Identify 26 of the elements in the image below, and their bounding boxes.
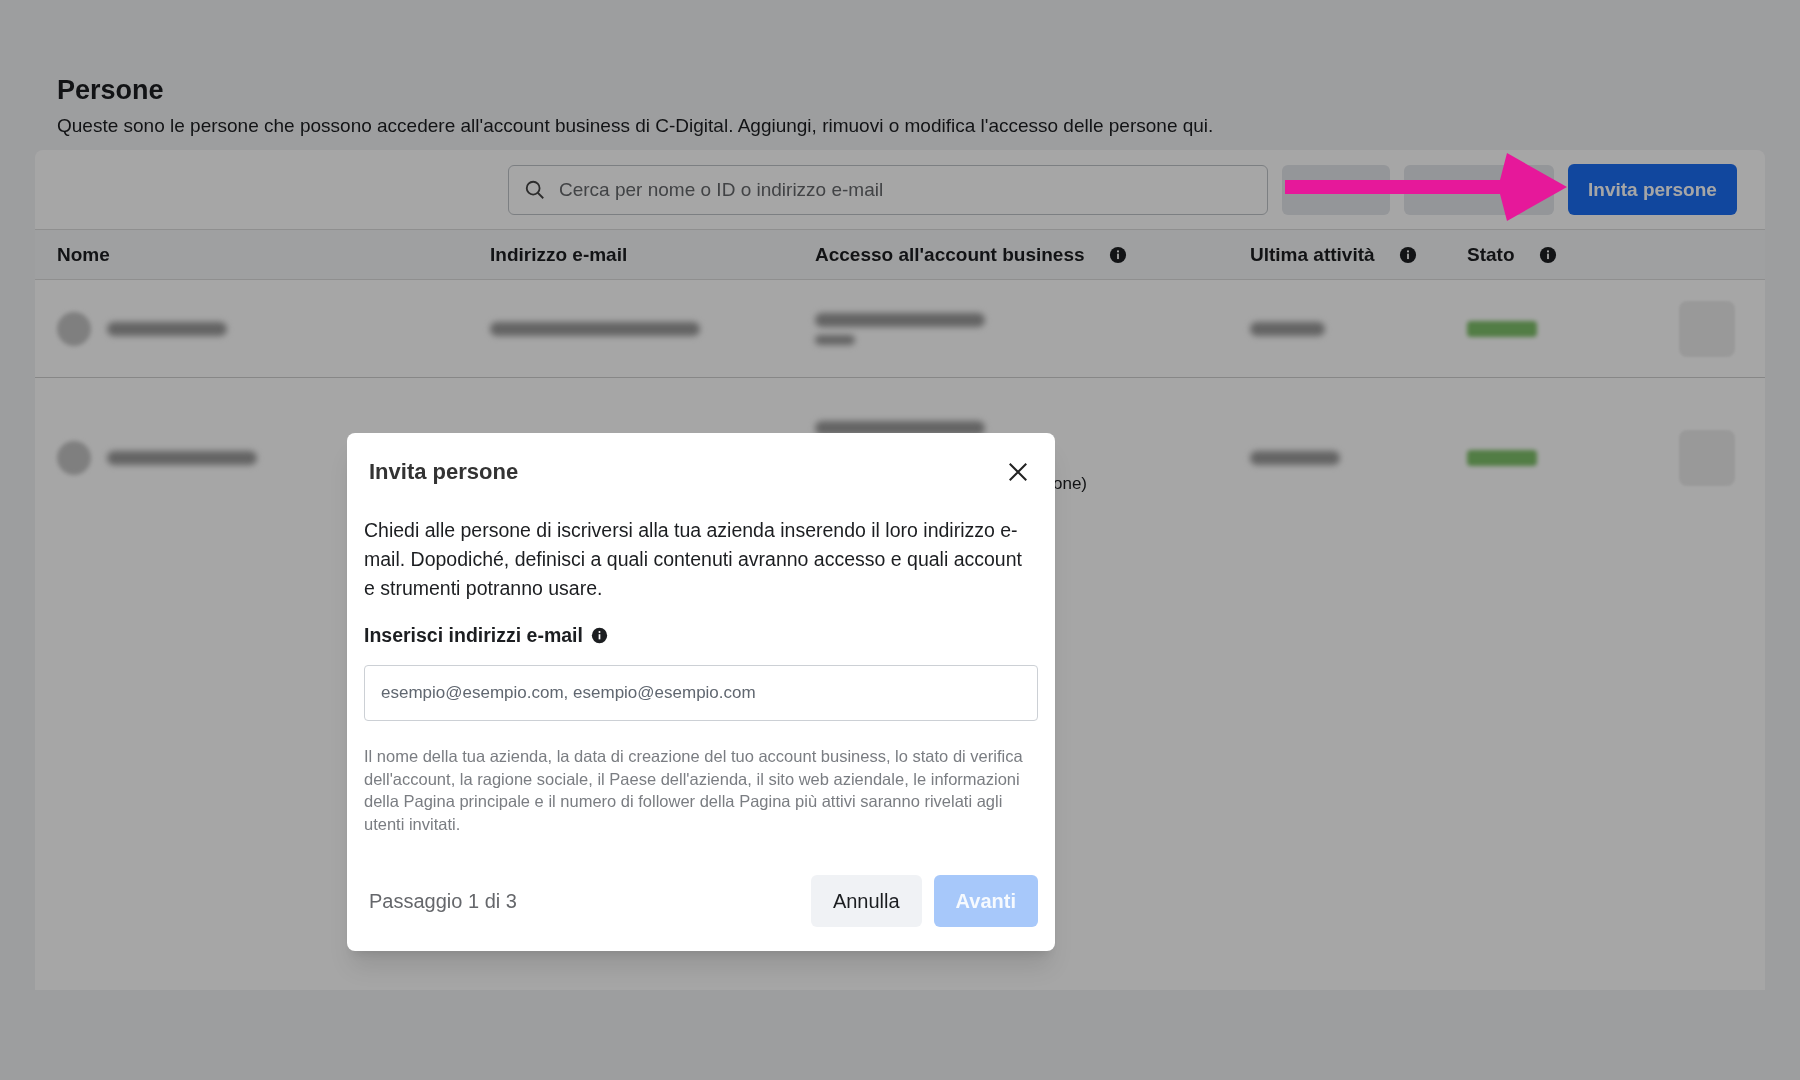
cancel-button[interactable]: Annulla (810, 875, 922, 928)
column-header: Nome (57, 242, 110, 267)
column-header: Ultima attività (1250, 242, 1375, 267)
page-description: Queste sono le persone che possono accedere all'account business di C-Digital. Aggiungi, rimuovi o modifica l'accesso delle persone qui. (57, 113, 1215, 138)
status-badge (1467, 450, 1537, 467)
dialog-title: Invita persone (369, 458, 519, 486)
info-icon[interactable] (1538, 245, 1557, 264)
email-field[interactable]: esempio@esempio.com, esempio@esempio.com (364, 665, 1038, 722)
column-header: Indirizzo e-mail (490, 242, 628, 267)
column-header: Stato (1467, 242, 1515, 267)
info-icon[interactable] (590, 627, 608, 645)
info-icon[interactable] (1108, 245, 1127, 264)
disclaimer-text: Il nome della tua azienda, la data di creazione del tuo account business, lo stato di verifica dell'account, la ragione sociale, il Paese dell'azienda, il sito web aziendale, le informazioni della Pagina principale e il numero di follower della Pagina più attivi saranno rivelati agli utenti invitati. (364, 746, 1024, 835)
avatar (57, 441, 91, 476)
page-title: Persone (57, 74, 165, 107)
blurred-text (815, 334, 855, 345)
info-icon[interactable] (1398, 245, 1417, 264)
avatar (57, 311, 91, 346)
step-indicator: Passaggio 1 di 3 (369, 889, 518, 915)
status-badge (1467, 320, 1537, 337)
search-field[interactable]: Cerca per nome o ID o indirizzo e-mail (508, 164, 1268, 215)
invite-button[interactable]: Invita persone (1568, 164, 1737, 216)
search-icon (524, 178, 546, 201)
column-header: Accesso all'account business (815, 242, 1085, 267)
dialog-description: Chiedi alle persone di iscriversi alla tua azienda inserendo il loro indirizzo e-mail. Dopodiché, definisci a quali contenuti avranno accesso e quali account e strumenti potranno usare. (364, 518, 1023, 601)
field-label: Inserisci indirizzi e-mail (364, 623, 583, 648)
